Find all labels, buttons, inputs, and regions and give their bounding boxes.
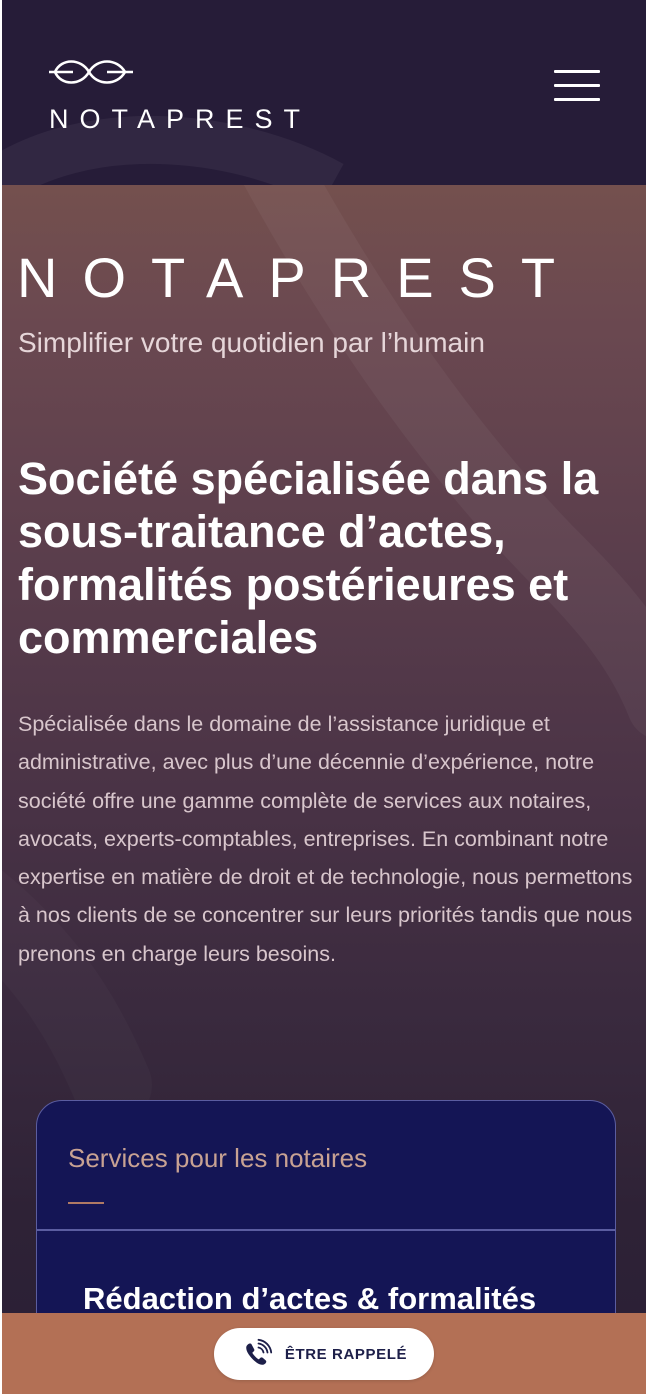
site-logo[interactable]: NOTAPREST — [49, 52, 300, 134]
service-item-redaction[interactable]: Rédaction d’actes & formalités — [83, 1281, 536, 1317]
page: NOTAPREST NOTAPREST Simplifier votre quo… — [0, 0, 646, 1394]
callback-label: ÊTRE RAPPELÉ — [284, 1345, 408, 1363]
callback-bar: ÊTRE RAPPELÉ — [2, 1313, 646, 1394]
infinity-logo-icon — [49, 60, 133, 84]
hero-intro-text: Spécialisée dans le domaine de l’assista… — [18, 712, 633, 966]
hero-section: NOTAPREST Simplifier votre quotidien par… — [2, 185, 646, 1394]
menu-button[interactable] — [554, 68, 602, 104]
card-divider — [37, 1229, 615, 1231]
logo-wordmark: NOTAPREST — [49, 104, 312, 134]
callback-button[interactable]: ÊTRE RAPPELÉ — [214, 1328, 434, 1380]
site-header: NOTAPREST — [2, 0, 646, 185]
services-card-title: Services pour les notaires — [68, 1143, 368, 1173]
hero-tagline: Simplifier votre quotidien par l’humain — [18, 327, 485, 358]
hero-headline: Société spécialisée dans la sous-traitan… — [18, 453, 599, 663]
phone-ringing-icon — [246, 1338, 272, 1365]
hero-brand: NOTAPREST — [17, 246, 581, 309]
title-underline — [68, 1202, 104, 1204]
left-edge-strip — [0, 0, 2, 1394]
